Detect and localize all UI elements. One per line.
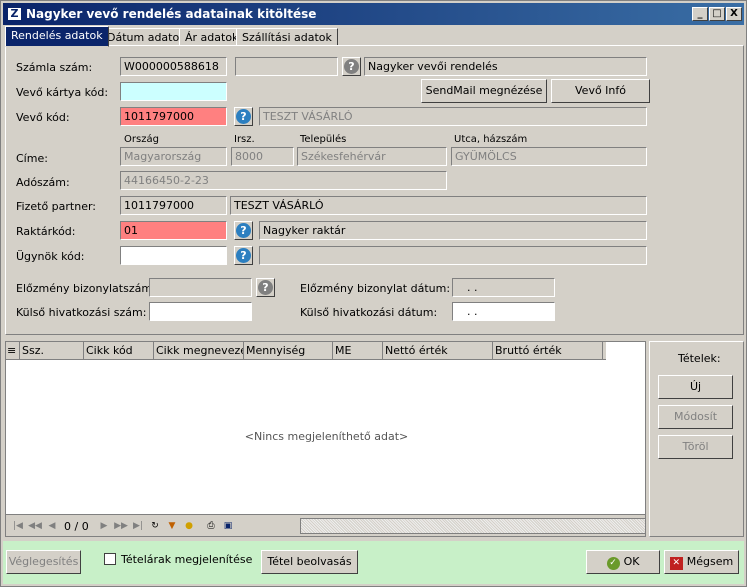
- show-prices-label: Tételárak megjelenítése: [121, 553, 253, 566]
- raktar-input[interactable]: 01: [120, 221, 227, 240]
- kulso-datum-label: Külső hivatkozási dátum:: [300, 306, 438, 319]
- ugynok-help-icon[interactable]: ?: [234, 246, 253, 265]
- finalize-button[interactable]: Véglegesítés: [6, 550, 81, 574]
- refresh-icon[interactable]: ↻: [147, 518, 163, 534]
- title-bar[interactable]: Z Nagyker vevő rendelés adatainak kitölt…: [3, 3, 744, 25]
- col-mennyiseg[interactable]: Mennyiség: [244, 342, 333, 360]
- col-ssz[interactable]: Ssz.: [20, 342, 84, 360]
- print-icon[interactable]: ⎙: [203, 518, 219, 534]
- app-icon: Z: [7, 7, 22, 21]
- ugynok-input[interactable]: [120, 246, 227, 265]
- grid-navigator: |◀ ◀◀ ◀ 0 / 0 ▶ ▶▶ ▶| ↻ ▼ ● ⎙ ▣: [6, 514, 646, 536]
- vevokartya-input[interactable]: [120, 82, 227, 101]
- irsz-field: 8000: [231, 147, 294, 166]
- col-cikk-megnevezes[interactable]: Cikk megnevezés: [154, 342, 244, 360]
- items-panel: Tételek: Új Módosít Töröl: [649, 341, 744, 537]
- col-cikk-kod[interactable]: Cikk kód: [84, 342, 154, 360]
- minimize-button[interactable]: _: [692, 7, 708, 21]
- vevokod-label: Vevő kód:: [16, 111, 70, 124]
- telepules-field: Székesfehérvár: [297, 147, 447, 166]
- cancel-icon: ✕: [669, 557, 683, 570]
- grid-empty-message: <Nincs megjeleníthető adat>: [244, 430, 409, 443]
- cim-label: Címe:: [16, 152, 48, 165]
- raktar-name-field: Nagyker raktár: [259, 221, 647, 240]
- tab-ar-adatok[interactable]: Ár adatok: [179, 28, 245, 46]
- cancel-button[interactable]: ✕ Mégsem: [664, 550, 739, 574]
- col-me[interactable]: ME: [333, 342, 383, 360]
- ok-button[interactable]: ✓ OK: [586, 550, 660, 574]
- fizeto-field: 1011797000: [120, 196, 227, 215]
- nav-prev-page-icon[interactable]: ◀◀: [27, 518, 43, 534]
- ugynok-label: Ügynök kód:: [16, 250, 85, 263]
- szamla-help-icon[interactable]: ?: [342, 57, 361, 76]
- items-panel-title: Tételek:: [678, 352, 721, 365]
- orszag-field: Magyarország: [120, 147, 227, 166]
- new-item-button[interactable]: Új: [658, 375, 733, 399]
- elozmeny-help-icon[interactable]: ?: [256, 278, 275, 297]
- kulso-datum-input[interactable]: . .: [452, 302, 555, 321]
- bulb-icon[interactable]: ●: [181, 518, 197, 534]
- vevokartya-label: Vevő kártya kód:: [16, 86, 109, 99]
- vevokod-input[interactable]: 1011797000: [120, 107, 227, 126]
- footer-bar: Véglegesítés Tételárak megjelenítése Tét…: [3, 541, 744, 584]
- szamla-type-field: Nagyker vevői rendelés: [364, 57, 647, 76]
- tab-datum-adatok[interactable]: Dátum adatok: [101, 28, 192, 46]
- telepules-header: Település: [300, 134, 347, 145]
- dialog-window: Z Nagyker vevő rendelés adatainak kitölt…: [0, 0, 747, 587]
- kulso-input[interactable]: [149, 302, 252, 321]
- elozmeny-field: [149, 278, 252, 297]
- ugynok-name-field: [259, 246, 647, 265]
- nav-next-page-icon[interactable]: ▶▶: [113, 518, 129, 534]
- nav-last-icon[interactable]: ▶|: [130, 518, 146, 534]
- raktar-help-icon[interactable]: ?: [234, 221, 253, 240]
- grid-menu-icon[interactable]: ≡: [6, 342, 20, 360]
- modify-item-button[interactable]: Módosít: [658, 405, 733, 429]
- orszag-header: Ország: [124, 134, 159, 145]
- grid-header: ≡ Ssz. Cikk kód Cikk megnevezés Mennyisé…: [6, 342, 606, 360]
- elozmeny-datum-label: Előzmény bizonylat dátum:: [300, 282, 451, 295]
- nav-prev-icon[interactable]: ◀: [44, 518, 60, 534]
- irsz-header: Irsz.: [234, 134, 255, 145]
- nav-next-icon[interactable]: ▶: [96, 518, 112, 534]
- tab-rendeles-adatok[interactable]: Rendelés adatok: [5, 26, 109, 47]
- ok-label: OK: [623, 555, 640, 568]
- scan-item-button[interactable]: Tétel beolvasás: [261, 550, 358, 574]
- sendmail-button[interactable]: SendMail megnézése: [421, 79, 547, 103]
- order-data-panel: Számla szám: W000000588618 ? Nagyker vev…: [5, 45, 744, 335]
- save-icon[interactable]: ▣: [220, 518, 236, 534]
- elozmeny-label: Előzmény bizonylatszám:: [16, 282, 156, 295]
- cancel-label: Mégsem: [686, 555, 734, 568]
- fizeto-name-field: TESZT VÁSÁRLÓ: [230, 196, 647, 215]
- szamla-extra-field: [235, 57, 338, 76]
- raktar-label: Raktárkód:: [16, 225, 76, 238]
- elozmeny-datum-field: . .: [452, 278, 555, 297]
- utca-header: Utca, házszám: [454, 134, 528, 145]
- delete-item-button[interactable]: Töröl: [658, 435, 733, 459]
- col-netto[interactable]: Nettó érték: [383, 342, 493, 360]
- utca-field: GYÜMÖLCS: [451, 147, 647, 166]
- adoszam-label: Adószám:: [16, 176, 70, 189]
- show-prices-checkbox[interactable]: [104, 553, 116, 565]
- window-title: Nagyker vevő rendelés adatainak kitöltés…: [26, 7, 317, 21]
- szamla-label: Számla szám:: [16, 61, 93, 74]
- close-button[interactable]: X: [726, 7, 742, 21]
- fizeto-label: Fizető partner:: [16, 200, 96, 213]
- adoszam-field: 44166450-2-23: [120, 171, 447, 190]
- col-brutto[interactable]: Bruttó érték: [493, 342, 603, 360]
- items-grid[interactable]: ≡ Ssz. Cikk kód Cikk megnevezés Mennyisé…: [5, 341, 646, 537]
- vevo-info-button[interactable]: Vevő Infó: [551, 79, 650, 103]
- kulso-label: Külső hivatkozási szám:: [16, 306, 147, 319]
- ok-icon: ✓: [606, 557, 620, 570]
- vevokod-help-icon[interactable]: ?: [234, 107, 253, 126]
- page-indicator: 0 / 0: [64, 520, 89, 533]
- szamla-field: W000000588618: [120, 57, 227, 76]
- horizontal-scrollbar[interactable]: [300, 518, 646, 534]
- nav-first-icon[interactable]: |◀: [10, 518, 26, 534]
- maximize-button[interactable]: □: [709, 7, 725, 21]
- vevokod-name-field: TESZT VÁSÁRLÓ: [259, 107, 647, 126]
- filter-icon[interactable]: ▼: [164, 518, 180, 534]
- tab-szallitasi-adatok[interactable]: Szállítási adatok: [236, 28, 338, 46]
